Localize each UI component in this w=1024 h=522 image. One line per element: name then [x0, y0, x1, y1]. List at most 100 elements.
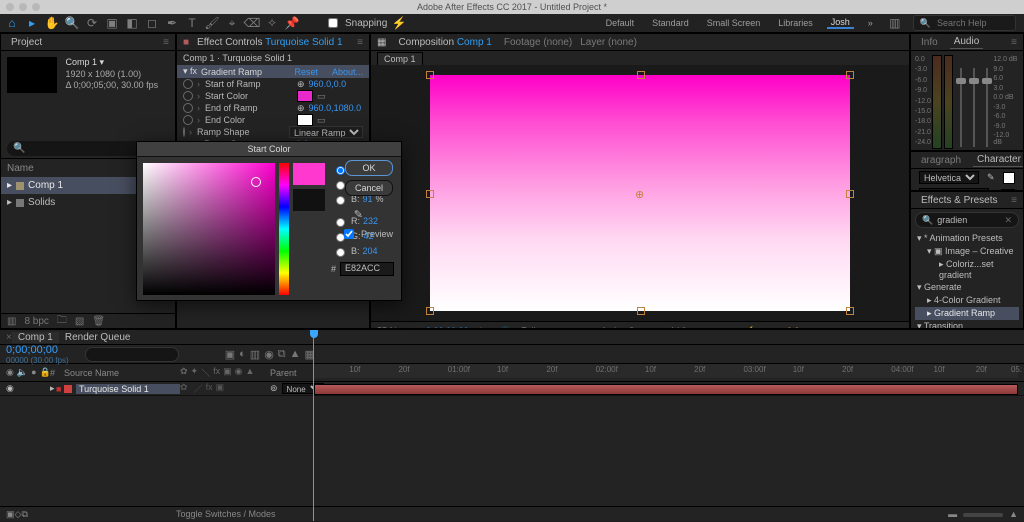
motion-blur-icon[interactable]: ◉ [264, 348, 274, 361]
eyedropper-icon[interactable]: ✎ [987, 172, 995, 183]
level-slider-l[interactable] [955, 55, 967, 147]
parent-pickwhip-icon[interactable]: ⊚ [270, 383, 278, 394]
s-radio[interactable] [336, 181, 345, 190]
param-end-color[interactable]: End Color▭ [177, 114, 369, 126]
tree-4color-gradient[interactable]: ▸ 4-Color Gradient [915, 294, 1019, 307]
color-preview-old[interactable] [293, 189, 325, 211]
layer-tab[interactable]: Layer (none) [580, 37, 637, 48]
workspace-active[interactable]: Josh [827, 17, 854, 29]
tree-image-creative[interactable]: ▾ ▣ Image – Creative [915, 245, 1019, 258]
character-tab[interactable]: Character [973, 153, 1024, 167]
bpc-toggle[interactable]: 8 bpc [24, 316, 48, 327]
draft3d-icon[interactable]: ▲ [290, 348, 301, 361]
param-ramp-shape[interactable]: Ramp ShapeLinear Ramp [177, 126, 369, 138]
search-help[interactable]: 🔍 [913, 15, 1016, 31]
home-icon[interactable]: ⌂ [4, 15, 20, 31]
anchor-icon[interactable]: ⊕ [635, 188, 645, 198]
hand-tool-icon[interactable]: ✋ [44, 15, 60, 31]
param-start-of-ramp[interactable]: Start of Ramp⊕960.0,0.0 [177, 78, 369, 90]
col-name[interactable]: Name [7, 163, 34, 174]
tree-gradient-ramp[interactable]: ▸ Gradient Ramp [915, 307, 1019, 320]
preview-checkbox[interactable] [344, 229, 354, 239]
h-radio[interactable] [336, 166, 345, 175]
eyedropper-icon[interactable]: ✎ [354, 208, 363, 221]
panel-menu-icon[interactable]: ≡ [1011, 37, 1017, 48]
color-cursor[interactable] [251, 177, 261, 187]
effects-search[interactable]: 🔍 gradien✕ [915, 212, 1019, 228]
new-comp-icon[interactable]: ▧ [75, 316, 84, 327]
workspace-manage-icon[interactable]: ▥ [887, 15, 903, 31]
ramp-shape-select[interactable]: Linear Ramp [289, 126, 363, 138]
snap-options-icon[interactable]: ⚡ [391, 15, 407, 31]
handle-bl[interactable] [426, 307, 434, 315]
comp-mini-icon[interactable]: ▣ [225, 348, 235, 361]
col-source[interactable]: Source Name [64, 368, 180, 378]
about-link[interactable]: About... [332, 67, 363, 77]
pen-tool-icon[interactable]: ✒ [164, 15, 180, 31]
workspace-more-icon[interactable]: » [864, 18, 877, 28]
text-tool-icon[interactable]: T [184, 15, 200, 31]
cancel-button[interactable]: Cancel [345, 180, 393, 196]
param-end-of-ramp[interactable]: End of Ramp⊕960.0,1080.0 [177, 102, 369, 114]
timeline-tab-comp1[interactable]: Comp 1 [12, 332, 59, 343]
handle-tr[interactable] [846, 71, 854, 79]
hex-input[interactable]: E82ACC [340, 262, 394, 276]
toggle-switches-modes[interactable]: Toggle Switches / Modes [176, 509, 276, 519]
workspace-default[interactable]: Default [602, 18, 639, 28]
current-time[interactable]: 0;00;00;00 [6, 344, 69, 356]
panel-menu-icon[interactable]: ≡ [163, 37, 169, 48]
clear-search-icon[interactable]: ✕ [1004, 215, 1012, 226]
speaker-column-icon[interactable]: 🔈 [17, 367, 28, 378]
effects-presets-tab[interactable]: Effects & Presets [917, 194, 1002, 207]
ok-button[interactable]: OK [345, 160, 393, 176]
graph-editor-icon[interactable]: ⧉ [278, 348, 286, 361]
handle-r[interactable] [846, 190, 854, 198]
timeline-layer-1[interactable]: ◉ ▸ ■ Turquoise Solid 1 ✿／fx▣ ⊚ None [0, 382, 1024, 396]
shape-tool-icon[interactable]: ◻ [144, 15, 160, 31]
handle-t[interactable] [637, 71, 645, 79]
selection-tool-icon[interactable]: ▸ [24, 15, 40, 31]
layer-name[interactable]: Turquoise Solid 1 [76, 384, 180, 394]
tl-collapse-icon[interactable]: ▣ [6, 509, 15, 520]
tree-anim-presets[interactable]: ▾ * Animation Presets [915, 232, 1019, 245]
level-slider-r[interactable] [981, 55, 993, 147]
comp-name[interactable]: Comp 1 ▾ [66, 57, 159, 68]
bl-radio[interactable] [336, 248, 345, 257]
brush-tool-icon[interactable]: 🖌 [204, 15, 220, 31]
puppet-tool-icon[interactable]: 📌 [284, 15, 300, 31]
zoom-in-icon[interactable]: ▲ [1009, 509, 1018, 519]
handle-b[interactable] [637, 307, 645, 315]
panel-menu-icon[interactable]: ≡ [1011, 195, 1017, 206]
handle-tl[interactable] [426, 71, 434, 79]
eraser-tool-icon[interactable]: ⌫ [244, 15, 260, 31]
footage-tab[interactable]: Footage (none) [504, 37, 572, 48]
camera-tool-icon[interactable]: ▣ [104, 15, 120, 31]
rotate-tool-icon[interactable]: ⟳ [84, 15, 100, 31]
layout-icon[interactable]: ▦ [377, 37, 386, 48]
traffic-lights[interactable] [6, 3, 40, 11]
project-tab[interactable]: Project [7, 36, 46, 49]
render-queue-tab[interactable]: Render Queue [59, 332, 137, 343]
comp-thumbnail[interactable] [7, 57, 57, 93]
effect-controls-tab[interactable]: Effect Controls Turquoise Solid 1 [197, 37, 342, 48]
timeline-search[interactable] [85, 347, 179, 362]
trash-icon[interactable]: 🗑 [92, 316, 105, 327]
shy-icon[interactable]: ◐ [239, 348, 246, 361]
col-parent[interactable]: Parent [270, 368, 297, 378]
info-tab[interactable]: Info [917, 36, 942, 49]
fill-swatch[interactable] [1003, 172, 1015, 184]
nested-comp-tab[interactable]: Comp 1 [377, 52, 423, 65]
zoom-slider[interactable] [963, 513, 1003, 517]
snapping-checkbox[interactable] [328, 18, 338, 28]
interpret-icon[interactable]: ▥ [7, 316, 16, 327]
level-slider-m[interactable] [968, 55, 980, 147]
panel-menu-icon[interactable]: ≡ [357, 37, 363, 48]
handle-br[interactable] [846, 307, 854, 315]
color-field[interactable] [143, 163, 275, 295]
panbehind-tool-icon[interactable]: ◧ [124, 15, 140, 31]
composition-tab[interactable]: Composition Comp 1 [394, 36, 495, 49]
frame-blend-icon[interactable]: ▥ [250, 348, 260, 361]
layer-duration-bar[interactable] [314, 384, 1018, 395]
workspace-standard[interactable]: Standard [648, 18, 693, 28]
clone-tool-icon[interactable]: ⌖ [224, 15, 240, 31]
